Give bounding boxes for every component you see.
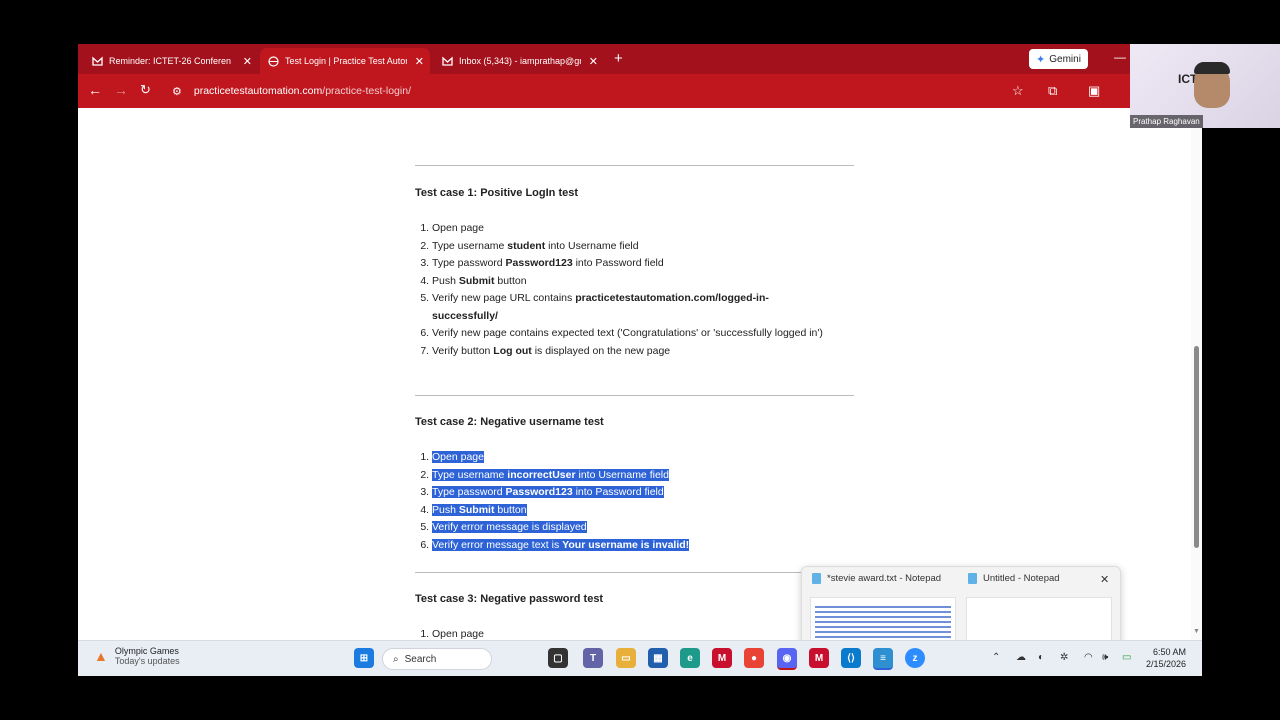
url-host: practicetestautomation.com: [193, 85, 323, 97]
close-tab-icon[interactable]: ✕: [589, 55, 598, 68]
notepad-icon: [812, 573, 821, 584]
list-item: Verify error message is displayed: [432, 519, 762, 537]
gmail-icon: [92, 56, 103, 67]
tab-inbox[interactable]: Inbox (5,343) - iamprathap@gm ✕: [434, 48, 604, 74]
divider: [415, 395, 854, 396]
test-case-3-heading: Test case 3: Negative password test: [415, 593, 604, 605]
list-item: Open page: [432, 220, 832, 238]
windows-taskbar: ▲ Olympic Games Today's updates ⊞ ⌕ Sear…: [78, 640, 1202, 676]
close-preview-icon[interactable]: ✕: [1100, 573, 1109, 586]
bookmark-star-icon[interactable]: ☆: [1012, 83, 1024, 99]
site-info-icon[interactable]: ⚙: [172, 85, 182, 98]
weather-subtitle: Today's updates: [114, 656, 180, 666]
store-icon[interactable]: ▦: [648, 648, 668, 668]
volume-icon[interactable]: 🕪: [1102, 652, 1108, 663]
preview-window-untitled[interactable]: Untitled - Notepad: [968, 573, 1060, 584]
bluetooth-icon[interactable]: ✲: [1060, 652, 1068, 663]
notepad-icon: [968, 573, 977, 584]
gemini-icon: ✦: [1036, 53, 1046, 66]
gmail-icon: [442, 56, 453, 67]
search-icon: ⌕: [393, 653, 399, 665]
tab-test-login[interactable]: Test Login | Practice Test Autom ✕: [260, 48, 430, 74]
address-bar[interactable]: ⚙ practicetestautomation.com/practice-te…: [172, 80, 1092, 102]
close-tab-icon[interactable]: ✕: [415, 55, 424, 68]
teams-icon[interactable]: T: [583, 648, 603, 668]
search-label: Search: [404, 653, 437, 665]
test-case-1-heading: Test case 1: Positive LogIn test: [415, 187, 579, 199]
tab-title: Test Login | Practice Test Autom: [285, 56, 407, 66]
mcafee-secondary-icon[interactable]: M: [809, 648, 829, 668]
divider: [415, 165, 854, 166]
minimize-icon[interactable]: —: [1114, 50, 1126, 64]
security-icon[interactable]: ◐: [1038, 652, 1044, 663]
page-content: Test case 1: Positive LogIn test Open pa…: [78, 108, 1202, 640]
list-item: Push Submit button: [432, 273, 832, 291]
edge-icon[interactable]: e: [680, 648, 700, 668]
list-item: Type password Password123 into Password …: [432, 484, 762, 502]
tab-title: Inbox (5,343) - iamprathap@gm: [459, 56, 581, 66]
gemini-label: Gemini: [1049, 53, 1081, 65]
list-item: Type username incorrectUser into Usernam…: [432, 467, 762, 485]
gemini-button[interactable]: ✦ Gemini: [1029, 49, 1088, 69]
scrollbar-thumb[interactable]: [1194, 346, 1199, 548]
clock-time: 6:50 AM: [1153, 647, 1187, 657]
clock-date: 2/15/2026: [1146, 659, 1187, 669]
list-item: Verify button Log out is displayed on th…: [432, 343, 832, 361]
list-item: Verify error message text is Your userna…: [432, 537, 762, 555]
page-scrollbar[interactable]: ▼: [1191, 108, 1202, 640]
extensions-icon[interactable]: ⧉: [1048, 83, 1057, 99]
chrome-icon[interactable]: ●: [744, 648, 764, 668]
notepad-taskbar-icon[interactable]: ≡: [873, 648, 893, 670]
test-case-2-steps: Open page Type username incorrectUser in…: [415, 449, 762, 554]
close-tab-icon[interactable]: ✕: [243, 55, 252, 68]
weather-title: Olympic Games: [114, 646, 179, 656]
task-view-icon[interactable]: ▢: [548, 648, 568, 668]
file-explorer-icon[interactable]: ▭: [616, 648, 636, 668]
vscode-icon[interactable]: ⟨⟩: [841, 648, 861, 668]
test-case-2-heading: Test case 2: Negative username test: [415, 416, 604, 428]
browser-tab-bar: Reminder: ICTET-26 Conference ✕ Test Log…: [78, 44, 1202, 74]
wifi-icon[interactable]: ◠: [1084, 652, 1093, 663]
mcafee-icon[interactable]: M: [712, 648, 732, 668]
new-tab-button[interactable]: +: [614, 50, 623, 67]
scroll-down-icon[interactable]: ▼: [1193, 628, 1200, 635]
search-box[interactable]: ⌕ Search: [382, 648, 492, 670]
list-item: Verify new page contains expected text (…: [432, 325, 832, 343]
divider: [415, 572, 854, 573]
list-item: Push Submit button: [432, 502, 762, 520]
widgets-button[interactable]: ▲ Olympic Games Today's updates: [94, 646, 180, 666]
back-icon[interactable]: ←: [88, 82, 102, 98]
participant-name: Prathap Raghavan: [1130, 115, 1203, 128]
preview-window-stevie[interactable]: *stevie award.txt - Notepad: [812, 573, 941, 584]
flame-icon: ▲: [94, 648, 108, 664]
list-item: Open page: [432, 449, 762, 467]
system-clock[interactable]: 6:50 AM 2/15/2026: [1146, 646, 1186, 670]
onedrive-icon[interactable]: ☁: [1016, 652, 1026, 663]
test-case-1-steps: Open page Type username student into Use…: [415, 220, 832, 360]
tab-reminder[interactable]: Reminder: ICTET-26 Conference ✕: [84, 48, 258, 74]
chevron-up-icon[interactable]: ⌃: [992, 652, 1000, 663]
side-panel-icon[interactable]: ▣: [1088, 83, 1100, 99]
globe-icon: [268, 55, 279, 67]
zoom-icon[interactable]: z: [905, 648, 925, 668]
start-icon[interactable]: ⊞: [354, 648, 374, 668]
video-call-thumbnail[interactable]: ICTET 26 Prathap Raghavan: [1130, 44, 1280, 128]
url-path: /practice-test-login/: [322, 85, 411, 97]
discord-icon[interactable]: ◉: [777, 648, 797, 670]
reload-icon[interactable]: ↻: [140, 82, 151, 98]
tab-title: Reminder: ICTET-26 Conference: [109, 56, 231, 66]
list-item: Type username student into Username fiel…: [432, 238, 832, 256]
forward-icon[interactable]: →: [114, 82, 128, 98]
list-item: Verify new page URL contains practicetes…: [432, 290, 832, 325]
desktop-screen: Reminder: ICTET-26 Conference ✕ Test Log…: [78, 44, 1202, 676]
list-item: Type password Password123 into Password …: [432, 255, 832, 273]
participant-hair: [1194, 62, 1230, 74]
browser-toolbar: ← → ↻ ⚙ practicetestautomation.com/pract…: [78, 74, 1202, 108]
battery-icon[interactable]: ▭: [1122, 652, 1131, 663]
